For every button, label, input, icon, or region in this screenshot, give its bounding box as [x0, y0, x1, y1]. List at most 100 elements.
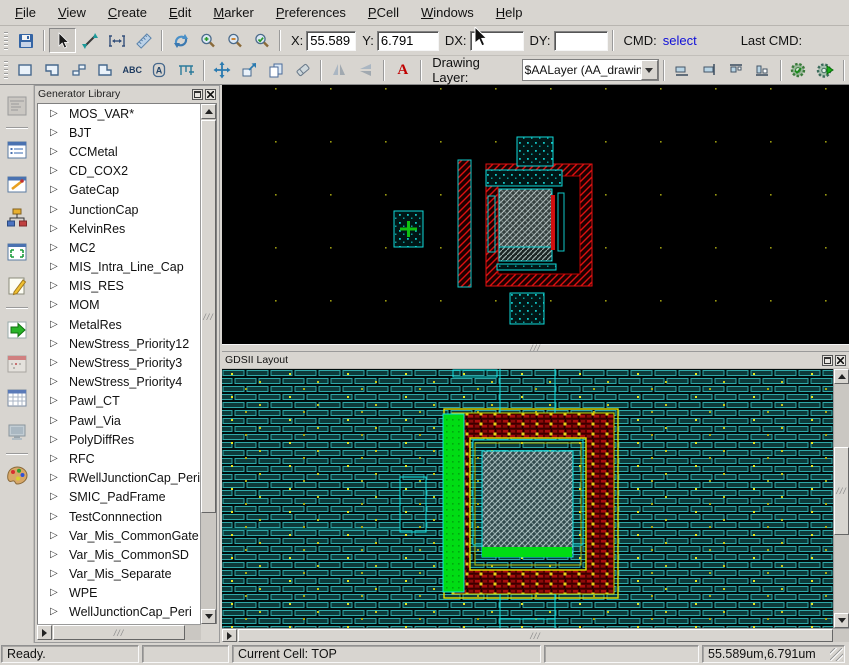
expander-icon[interactable] — [50, 396, 60, 406]
scroll-up-button[interactable] — [834, 369, 849, 384]
zoom-in-button[interactable] — [194, 28, 221, 53]
menu-item[interactable]: File — [4, 1, 47, 24]
flip-vertical-button[interactable] — [353, 58, 380, 83]
align-bottom-button[interactable] — [669, 58, 696, 83]
scroll-up-button[interactable] — [201, 104, 216, 119]
scrollbar-thumb[interactable]: /// — [201, 120, 216, 513]
dy-input[interactable] — [554, 31, 608, 51]
run-process-button[interactable] — [812, 58, 839, 83]
delete-tool-button[interactable] — [289, 58, 316, 83]
expander-icon[interactable] — [50, 358, 60, 368]
list-item[interactable]: WellJunctionCap_Peri — [38, 603, 200, 622]
toolbar-drag-handle[interactable] — [2, 30, 10, 52]
expander-icon[interactable] — [50, 320, 60, 330]
list-item[interactable]: WPE — [38, 584, 200, 603]
flip-horizontal-button[interactable] — [326, 58, 353, 83]
layer-palette-button[interactable] — [2, 461, 32, 491]
redraw-button[interactable] — [167, 28, 194, 53]
edit-pin-button[interactable] — [103, 28, 130, 53]
expander-icon[interactable] — [50, 607, 60, 617]
list-item[interactable]: SMIC_PadFrame — [38, 488, 200, 507]
scroll-right-button[interactable] — [222, 629, 237, 642]
generator-library-titlebar[interactable]: Generator Library — [35, 86, 219, 102]
scrollbar-thumb[interactable]: /// — [53, 625, 185, 640]
scrollbar-thumb[interactable]: /// — [834, 447, 849, 535]
expander-icon[interactable] — [50, 435, 60, 445]
list-view-button[interactable] — [2, 135, 32, 165]
list-item[interactable]: TestConnnection — [38, 507, 200, 526]
drawing-layer-combobox[interactable]: $AALayer (AA_drawing — [522, 59, 659, 81]
select-tool-button[interactable] — [49, 28, 76, 53]
menu-item[interactable]: Help — [485, 1, 534, 24]
library-browser-button-disabled[interactable] — [2, 91, 32, 121]
layout-canvas[interactable] — [222, 85, 849, 344]
table-view-button[interactable] — [2, 383, 32, 413]
x-coordinate-input[interactable] — [306, 31, 356, 51]
ruler-tool-button[interactable] — [130, 28, 157, 53]
list-item[interactable]: MetalRes — [38, 315, 200, 334]
list-item[interactable]: BJT — [38, 123, 200, 142]
hierarchy-button[interactable] — [2, 203, 32, 233]
menu-item[interactable]: Create — [97, 1, 158, 24]
view-area-button[interactable] — [2, 237, 32, 267]
zoom-select-button[interactable] — [248, 28, 275, 53]
restore-button[interactable] — [822, 355, 833, 366]
move-tool-button[interactable] — [209, 58, 236, 83]
restore-button[interactable] — [192, 89, 203, 100]
list-item[interactable]: Pawl_Via — [38, 411, 200, 430]
menu-item[interactable]: View — [47, 1, 97, 24]
expander-icon[interactable] — [50, 224, 60, 234]
scroll-down-button[interactable] — [834, 613, 849, 628]
list-item[interactable]: PolyDiffRes — [38, 430, 200, 449]
expander-icon[interactable] — [50, 377, 60, 387]
library-horizontal-scrollbar[interactable]: /// — [37, 624, 201, 640]
list-item[interactable]: RWellJunctionCap_Peri — [38, 469, 200, 488]
expander-icon[interactable] — [50, 281, 60, 291]
expander-icon[interactable] — [50, 128, 60, 138]
zoom-out-button[interactable] — [221, 28, 248, 53]
expander-icon[interactable] — [50, 454, 60, 464]
expander-icon[interactable] — [50, 550, 60, 560]
edit-window-button[interactable] — [2, 169, 32, 199]
y-coordinate-input[interactable] — [377, 31, 439, 51]
polygon-tool-button[interactable] — [92, 58, 119, 83]
expander-icon[interactable] — [50, 166, 60, 176]
list-item[interactable]: CD_COX2 — [38, 162, 200, 181]
list-item[interactable]: NewStress_Priority4 — [38, 373, 200, 392]
library-vertical-scrollbar[interactable]: /// — [200, 104, 216, 624]
menu-item[interactable]: PCell — [357, 1, 410, 24]
list-item[interactable]: MOM — [38, 296, 200, 315]
clipped-rectangle-tool-button[interactable] — [39, 58, 66, 83]
expander-icon[interactable] — [50, 109, 60, 119]
copy-tool-button[interactable] — [263, 58, 290, 83]
expander-icon[interactable] — [50, 588, 60, 598]
expander-icon[interactable] — [50, 492, 60, 502]
expander-icon[interactable] — [50, 416, 60, 426]
expander-icon[interactable] — [50, 300, 60, 310]
list-item[interactable]: Pawl_CT — [38, 392, 200, 411]
scroll-down-button[interactable] — [201, 609, 216, 624]
list-item[interactable]: Var_Mis_CommonGate — [38, 526, 200, 545]
list-item[interactable]: GateCap — [38, 181, 200, 200]
scrollbar-thumb[interactable]: /// — [238, 629, 833, 642]
list-item[interactable]: MIS_Intra_Line_Cap — [38, 258, 200, 277]
combobox-dropdown-button[interactable] — [641, 60, 658, 80]
menu-item[interactable]: Edit — [158, 1, 202, 24]
list-item[interactable]: Var_Mis_Separate — [38, 565, 200, 584]
list-item[interactable]: CCMetal — [38, 142, 200, 161]
expander-icon[interactable] — [50, 262, 60, 272]
list-item[interactable]: NewStress_Priority12 — [38, 334, 200, 353]
list-item[interactable]: Var_Mis_CommonSD — [38, 545, 200, 564]
menu-item[interactable]: Preferences — [265, 1, 357, 24]
dx-input[interactable] — [470, 31, 524, 51]
scroll-right-button[interactable] — [37, 625, 52, 640]
list-item[interactable]: JunctionCap — [38, 200, 200, 219]
resize-grip[interactable] — [830, 648, 843, 661]
note-edit-button[interactable] — [2, 271, 32, 301]
gdsii-horizontal-scrollbar[interactable]: /// — [222, 628, 849, 642]
list-item[interactable]: MC2 — [38, 238, 200, 257]
expander-icon[interactable] — [50, 185, 60, 195]
distribute-button[interactable] — [749, 58, 776, 83]
menu-item[interactable]: Marker — [202, 1, 264, 24]
expander-icon[interactable] — [50, 473, 59, 483]
